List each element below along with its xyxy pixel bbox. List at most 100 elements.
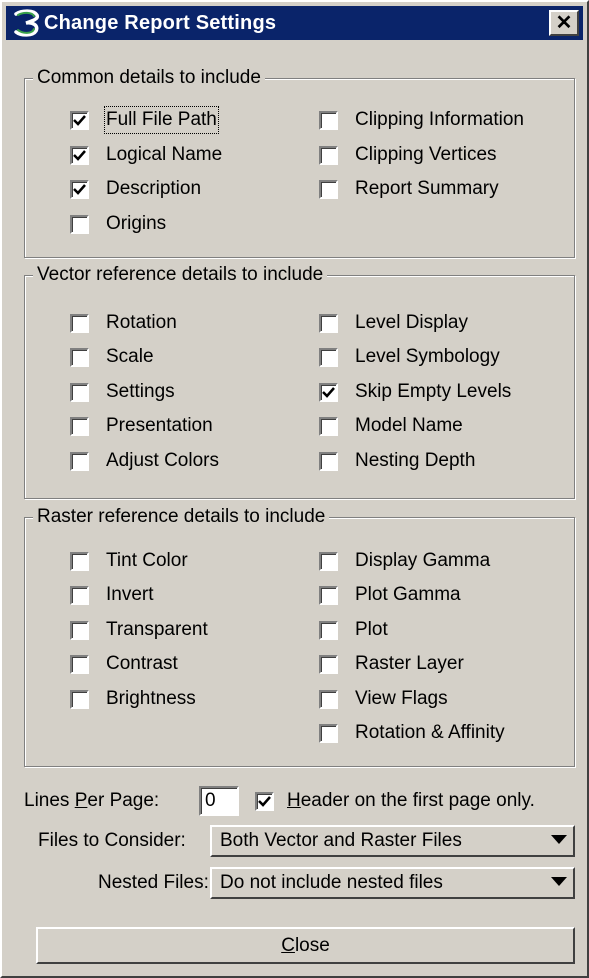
- vector-details-legend: Vector reference details to include: [33, 263, 328, 287]
- checkbox-label: Brightness: [106, 688, 196, 709]
- checkbox-nesting-depth[interactable]: Nesting Depth: [319, 449, 475, 473]
- checkbox-box[interactable]: [70, 145, 89, 165]
- checkbox-box[interactable]: [319, 551, 338, 571]
- checkmark-icon: [73, 149, 86, 161]
- checkbox-full-file-path[interactable]: Full File Path: [70, 106, 219, 134]
- checkbox-adjust-colors[interactable]: Adjust Colors: [70, 449, 219, 473]
- checkbox-box[interactable]: [319, 689, 338, 709]
- files-to-consider-dropdown[interactable]: Both Vector and Raster Files: [210, 825, 575, 857]
- checkbox-settings[interactable]: Settings: [70, 380, 175, 404]
- checkbox-box[interactable]: [70, 313, 89, 333]
- checkbox-box[interactable]: [319, 382, 338, 402]
- checkbox-label: Clipping Vertices: [355, 144, 497, 165]
- files-to-consider-value: Both Vector and Raster Files: [220, 830, 462, 851]
- title-bar[interactable]: Change Report Settings ✕: [6, 6, 583, 40]
- checkbox-invert[interactable]: Invert: [70, 583, 154, 607]
- checkbox-label: Level Symbology: [355, 346, 500, 367]
- checkbox-box[interactable]: [319, 620, 338, 640]
- checkbox-label: Skip Empty Levels: [355, 381, 512, 402]
- checkbox-label: Adjust Colors: [106, 450, 219, 471]
- checkbox-origins[interactable]: Origins: [70, 212, 166, 236]
- checkbox-box[interactable]: [319, 723, 338, 743]
- nested-files-value: Do not include nested files: [220, 872, 443, 893]
- checkbox-box[interactable]: [255, 791, 274, 811]
- checkbox-transparent[interactable]: Transparent: [70, 618, 208, 642]
- nested-files-dropdown[interactable]: Do not include nested files: [210, 867, 575, 899]
- checkbox-report-summary[interactable]: Report Summary: [319, 177, 499, 201]
- checkbox-label: Invert: [106, 584, 154, 605]
- checkbox-box[interactable]: [70, 451, 89, 471]
- checkbox-box[interactable]: [70, 416, 89, 436]
- checkbox-label: Header on the first page only.: [287, 789, 535, 813]
- checkbox-box[interactable]: [319, 451, 338, 471]
- checkbox-box[interactable]: [319, 416, 338, 436]
- checkbox-label: Logical Name: [106, 144, 223, 165]
- checkbox-display-gamma[interactable]: Display Gamma: [319, 549, 490, 573]
- checkbox-plot-gamma[interactable]: Plot Gamma: [319, 583, 461, 607]
- checkbox-box[interactable]: [319, 654, 338, 674]
- checkbox-raster-layer[interactable]: Raster Layer: [319, 652, 464, 676]
- close-button-label: Close: [281, 935, 330, 957]
- lines-per-page-input[interactable]: 0: [199, 786, 239, 816]
- checkbox-box[interactable]: [70, 620, 89, 640]
- checkbox-label: Plot Gamma: [355, 584, 461, 605]
- checkbox-label: Model Name: [355, 415, 463, 436]
- checkbox-label: Raster Layer: [355, 653, 464, 674]
- checkbox-label: Transparent: [106, 619, 208, 640]
- checkmark-icon: [73, 114, 86, 126]
- checkbox-label: View Flags: [355, 688, 448, 709]
- checkmark-icon: [258, 795, 271, 807]
- checkbox-logical-name[interactable]: Logical Name: [70, 143, 222, 167]
- checkbox-box[interactable]: [319, 585, 338, 605]
- checkbox-rotation-affinity[interactable]: Rotation & Affinity: [319, 721, 505, 745]
- lines-per-page-value: 0: [205, 790, 216, 811]
- checkbox-box[interactable]: [70, 110, 89, 130]
- header-accesskey: H: [287, 790, 301, 811]
- checkbox-box[interactable]: [319, 110, 338, 130]
- checkbox-tint-color[interactable]: Tint Color: [70, 549, 188, 573]
- lines-per-page-text-post: er Page:: [87, 790, 160, 811]
- checkbox-view-flags[interactable]: View Flags: [319, 687, 448, 711]
- common-details-legend: Common details to include: [33, 66, 265, 90]
- checkbox-plot[interactable]: Plot: [319, 618, 388, 642]
- checkbox-presentation[interactable]: Presentation: [70, 414, 213, 438]
- close-icon: ✕: [555, 12, 573, 34]
- checkbox-box[interactable]: [319, 179, 338, 199]
- checkbox-box[interactable]: [70, 654, 89, 674]
- checkbox-model-name[interactable]: Model Name: [319, 414, 463, 438]
- change-report-settings-dialog: Change Report Settings ✕ Common details …: [0, 0, 589, 978]
- checkbox-description[interactable]: Description: [70, 177, 201, 201]
- checkbox-label: Scale: [106, 346, 154, 367]
- checkbox-box[interactable]: [70, 347, 89, 367]
- checkbox-skip-empty-levels[interactable]: Skip Empty Levels: [319, 380, 511, 404]
- checkbox-box[interactable]: [70, 214, 89, 234]
- checkbox-scale[interactable]: Scale: [70, 345, 154, 369]
- close-window-button[interactable]: ✕: [549, 10, 579, 36]
- checkbox-rotation[interactable]: Rotation: [70, 311, 177, 335]
- checkbox-level-display[interactable]: Level Display: [319, 311, 468, 335]
- checkbox-box[interactable]: [70, 585, 89, 605]
- close-button[interactable]: Close: [36, 927, 575, 964]
- checkbox-box[interactable]: [319, 145, 338, 165]
- checkbox-label: Origins: [106, 213, 167, 234]
- checkbox-box[interactable]: [319, 313, 338, 333]
- checkbox-label: Nesting Depth: [355, 450, 476, 471]
- checkbox-box[interactable]: [70, 179, 89, 199]
- checkbox-label: Report Summary: [355, 178, 499, 199]
- checkbox-box[interactable]: [70, 382, 89, 402]
- close-label-rest: lose: [294, 934, 330, 956]
- lines-per-page-text-pre: Lines: [24, 790, 75, 811]
- lines-per-page-label: Lines Per Page:: [24, 788, 159, 814]
- checkbox-clipping-vertices[interactable]: Clipping Vertices: [319, 143, 497, 167]
- checkbox-contrast[interactable]: Contrast: [70, 652, 178, 676]
- checkbox-label: Rotation & Affinity: [355, 722, 505, 743]
- checkbox-header-first-page[interactable]: Header on the first page only.: [255, 789, 535, 813]
- checkbox-box[interactable]: [70, 689, 89, 709]
- checkbox-clipping-information[interactable]: Clipping Information: [319, 108, 524, 132]
- checkbox-box[interactable]: [70, 551, 89, 571]
- checkbox-box[interactable]: [319, 347, 338, 367]
- checkbox-brightness[interactable]: Brightness: [70, 687, 196, 711]
- checkmark-icon: [73, 183, 86, 195]
- raster-details-legend: Raster reference details to include: [33, 505, 330, 529]
- checkbox-level-symbology[interactable]: Level Symbology: [319, 345, 500, 369]
